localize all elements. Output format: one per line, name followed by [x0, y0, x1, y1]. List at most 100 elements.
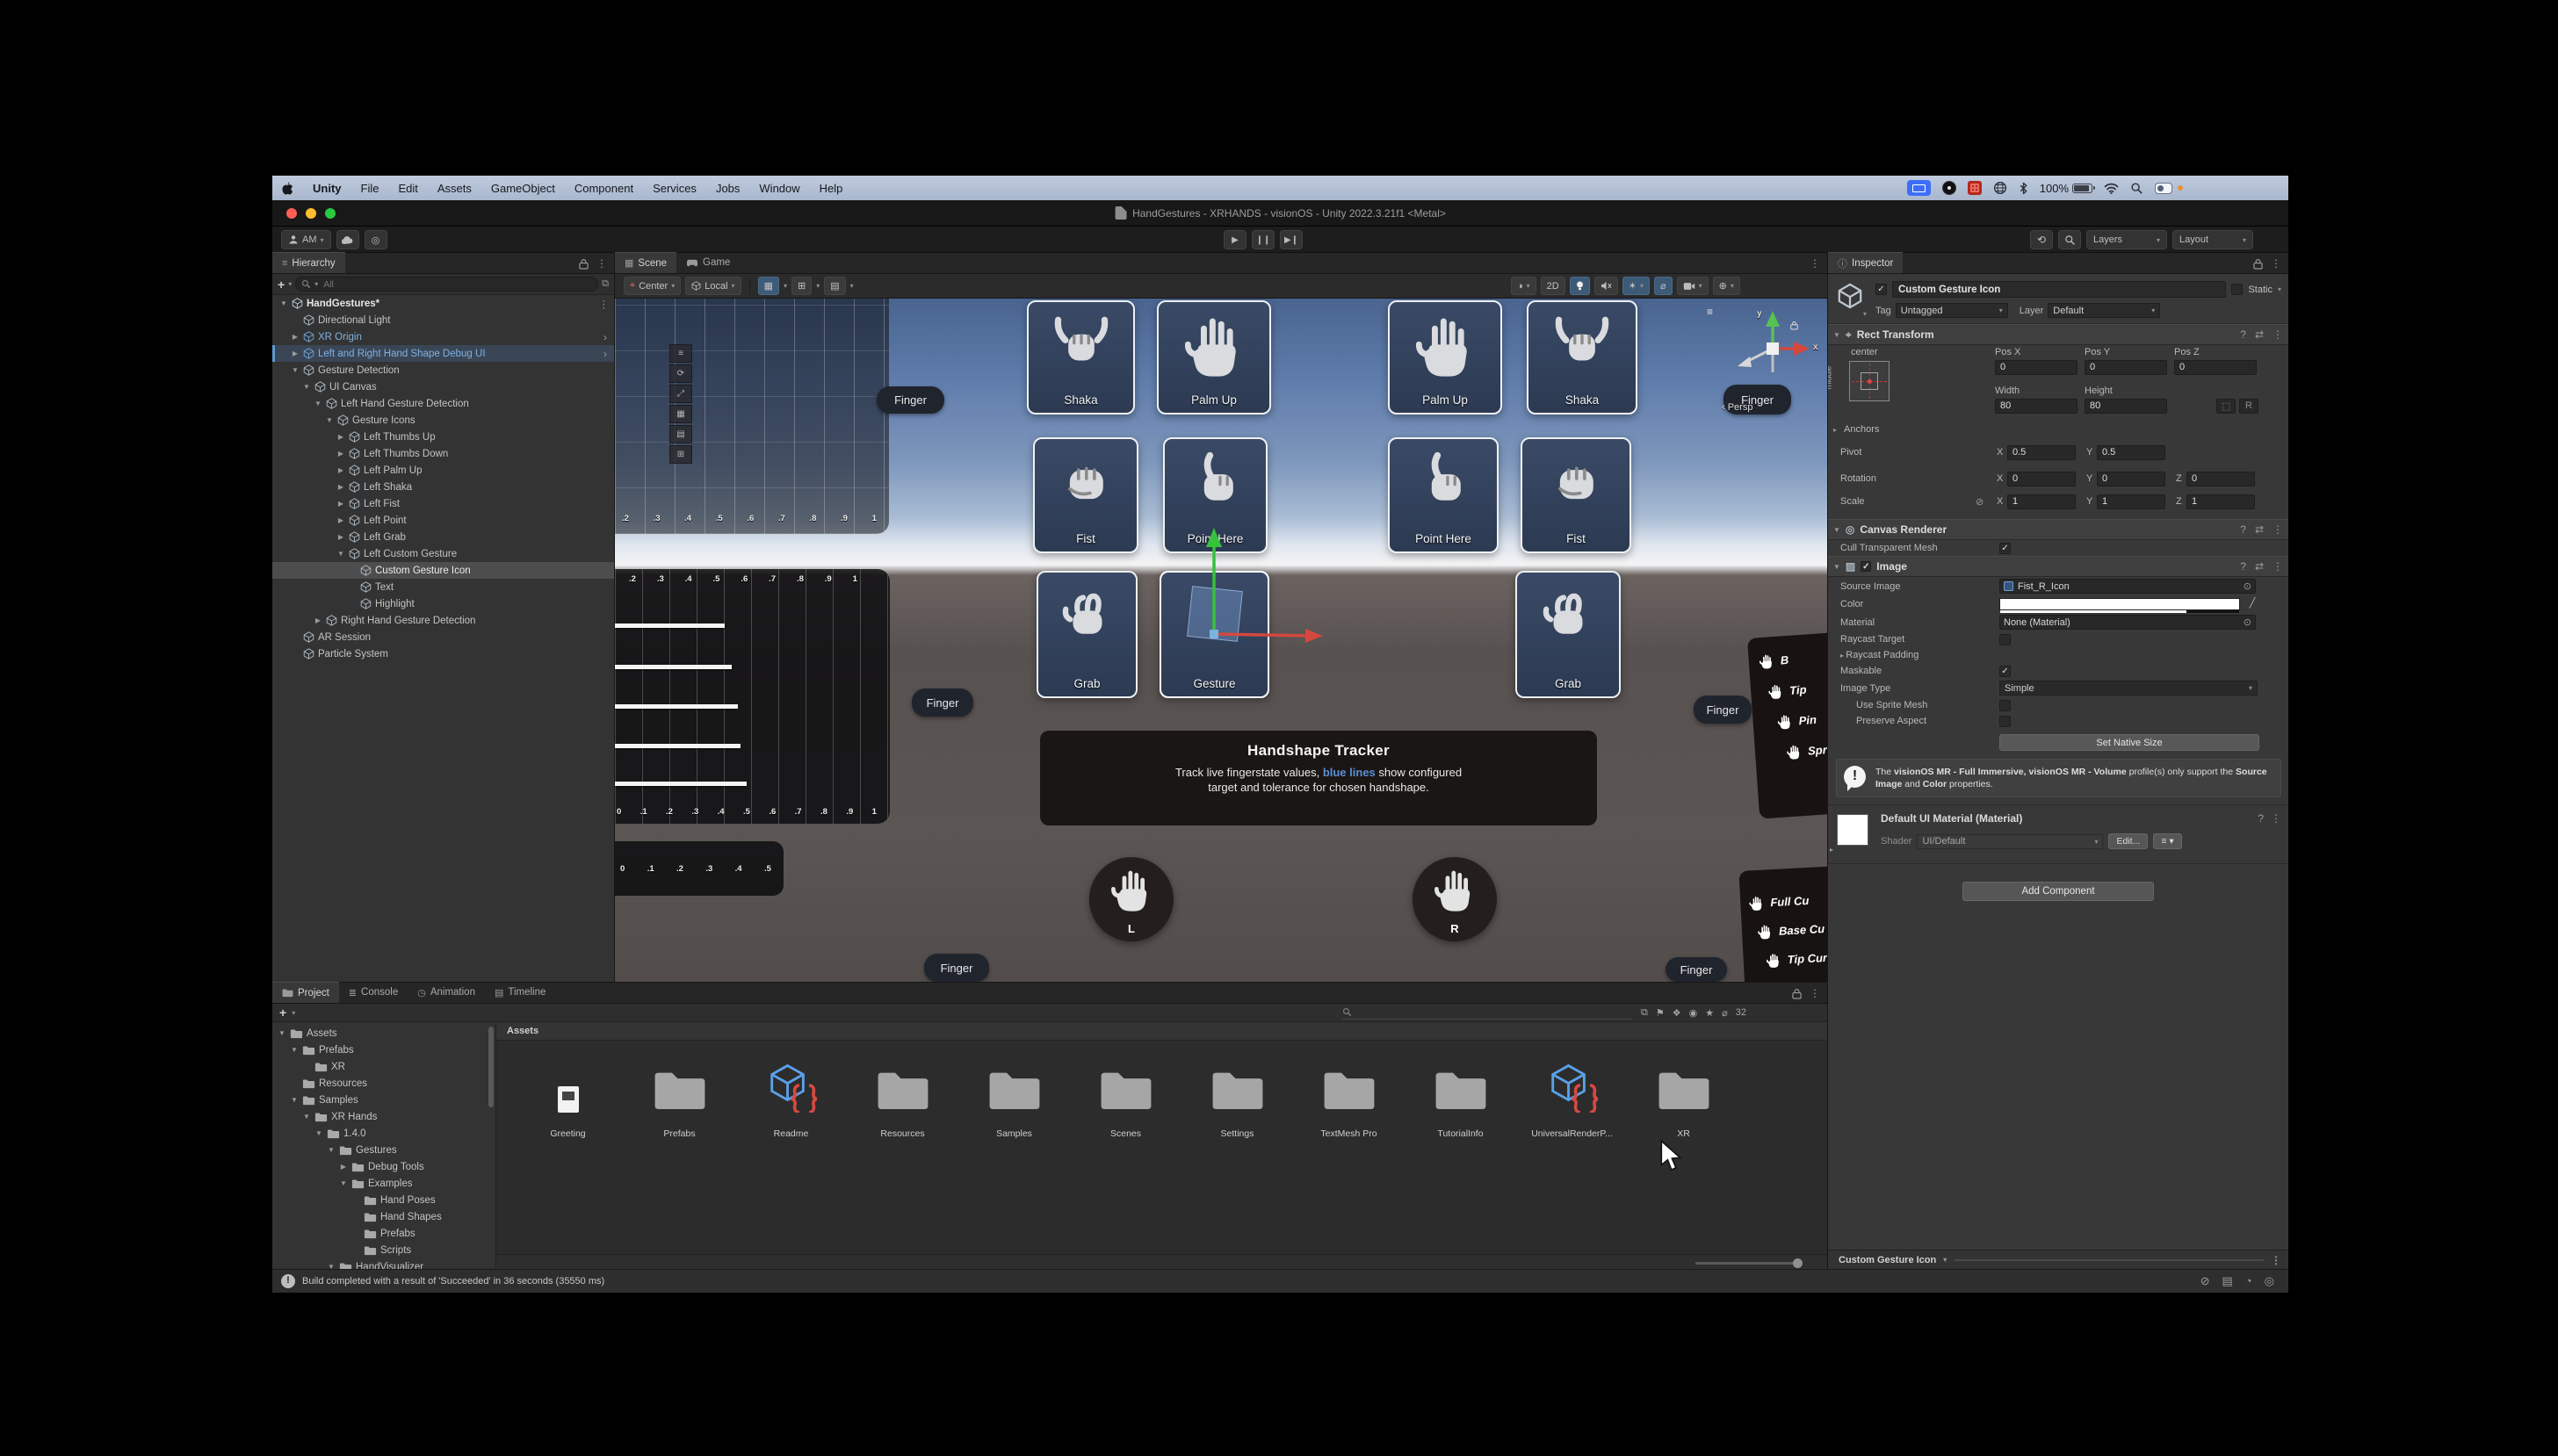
- project-tree-row[interactable]: ▼Samples: [272, 1092, 495, 1108]
- project-tree-row[interactable]: Scripts: [272, 1242, 495, 1258]
- lock-icon[interactable]: [1792, 988, 1802, 999]
- grid-visibility-button[interactable]: ▤: [824, 277, 845, 295]
- grid-snapping-toggle[interactable]: ▦: [758, 277, 779, 295]
- tab-console[interactable]: ≣Console: [339, 982, 408, 1003]
- hierarchy-row[interactable]: ▶Left Thumbs Down: [272, 445, 614, 462]
- apple-menu-icon[interactable]: [272, 181, 303, 196]
- help-icon[interactable]: ?: [2258, 812, 2264, 825]
- raycast-target-checkbox[interactable]: [1999, 634, 2011, 645]
- asset-item-scenes[interactable]: Scenes: [1070, 1053, 1181, 1139]
- pos-z-field[interactable]: 0: [2174, 360, 2257, 375]
- create-object-arrow[interactable]: ▾: [288, 280, 292, 288]
- pos-y-field[interactable]: 0: [2085, 360, 2167, 375]
- shading-mode-dropdown[interactable]: ◑▾: [1511, 277, 1536, 295]
- play-button[interactable]: ▶: [1224, 230, 1246, 249]
- shader-edit-button[interactable]: Edit...: [2108, 833, 2148, 849]
- search-by-bundle-icon[interactable]: ❖: [1673, 1007, 1681, 1019]
- component-menu-icon[interactable]: ⋮: [2273, 560, 2283, 573]
- rotation-z-field[interactable]: 0: [2186, 472, 2255, 487]
- search-button[interactable]: [2058, 230, 2081, 249]
- row-menu-icon[interactable]: ⋮: [599, 298, 610, 310]
- red-app-status-icon[interactable]: [1968, 181, 1982, 195]
- scene-orientation-gizmo[interactable]: [1732, 307, 1813, 392]
- asset-item-settings[interactable]: Settings: [1181, 1053, 1293, 1139]
- prefab-open-chevron[interactable]: ›: [603, 331, 607, 343]
- asset-item-universalrenderp-[interactable]: UniversalRenderP...: [1516, 1053, 1628, 1139]
- gesture-card-grab[interactable]: Grab: [1037, 571, 1138, 698]
- grid-visibility-arrow[interactable]: ▾: [850, 282, 854, 290]
- spotlight-search-icon[interactable]: [2130, 182, 2143, 195]
- debug-strip-icon[interactable]: ≡: [669, 344, 692, 363]
- debug-strip-icon[interactable]: ▤: [669, 425, 692, 443]
- hierarchy-row[interactable]: ▼UI Canvas: [272, 378, 614, 395]
- snap-increment-arrow[interactable]: ▾: [816, 282, 820, 290]
- tab-scene[interactable]: ▦Scene: [615, 252, 676, 273]
- menu-unity[interactable]: Unity: [303, 182, 351, 195]
- move-gizmo[interactable]: [1142, 523, 1335, 663]
- tab-timeline[interactable]: ▤Timeline: [485, 982, 555, 1003]
- search-by-type-icon[interactable]: ⧉: [1641, 1007, 1648, 1019]
- menu-file[interactable]: File: [351, 182, 389, 195]
- globe-icon[interactable]: [1993, 181, 2007, 195]
- project-tree-row[interactable]: ▶Debug Tools: [272, 1158, 495, 1175]
- link-scale-icon[interactable]: ⊘: [1976, 496, 1984, 508]
- pos-x-field[interactable]: 0: [1995, 360, 2077, 375]
- debugger-icon[interactable]: ⊘: [2200, 1274, 2210, 1288]
- menu-component[interactable]: Component: [565, 182, 643, 195]
- scene-camera-dropdown[interactable]: ▾: [1677, 277, 1709, 295]
- material-field[interactable]: None (Material)⊙: [1999, 615, 2256, 630]
- scale-z-field[interactable]: 1: [2186, 494, 2255, 509]
- cloud-services-button[interactable]: [336, 230, 359, 249]
- maskable-checkbox[interactable]: [1999, 666, 2011, 677]
- hierarchy-row[interactable]: ▶Left Palm Up: [272, 462, 614, 479]
- static-checkbox[interactable]: [2231, 284, 2243, 295]
- scale-y-field[interactable]: 1: [2097, 494, 2165, 509]
- preserve-aspect-checkbox[interactable]: [1999, 716, 2011, 727]
- hierarchy-row[interactable]: Text: [272, 579, 614, 595]
- activity-icon[interactable]: ◔: [2245, 1274, 2252, 1288]
- pivot-x-field[interactable]: 0.5: [2007, 445, 2076, 460]
- debug-strip-icon[interactable]: ⤢: [669, 385, 692, 403]
- account-dropdown[interactable]: AM▾: [281, 230, 331, 249]
- prefab-open-chevron[interactable]: ›: [603, 348, 607, 360]
- static-dropdown-arrow[interactable]: ▾: [2278, 285, 2281, 293]
- collab-icon[interactable]: ▤: [2222, 1274, 2233, 1288]
- image-type-dropdown[interactable]: Simple▾: [1999, 681, 2258, 696]
- hierarchy-row[interactable]: ▼HandGestures*⋮: [272, 295, 614, 312]
- menu-gameobject[interactable]: GameObject: [481, 182, 565, 195]
- tab-animation[interactable]: ◷Animation: [408, 982, 485, 1003]
- material-swatch[interactable]: [1837, 814, 1868, 846]
- project-search[interactable]: [1342, 1006, 1632, 1020]
- object-picker-icon[interactable]: ⊙: [2244, 616, 2251, 628]
- asset-item-greeting[interactable]: Greeting: [512, 1053, 624, 1139]
- asset-item-samples[interactable]: Samples: [958, 1053, 1070, 1139]
- component-menu-icon[interactable]: ⋮: [2273, 328, 2283, 341]
- gameobject-name-field[interactable]: [1892, 281, 2226, 298]
- presets-icon[interactable]: ⇄: [2255, 560, 2264, 573]
- hierarchy-search-input[interactable]: [322, 278, 592, 291]
- step-button[interactable]: ▶❙: [1280, 230, 1303, 249]
- component-menu-icon[interactable]: ⋮: [2271, 812, 2281, 825]
- wifi-icon[interactable]: [2104, 183, 2119, 194]
- scene-lighting-toggle[interactable]: [1570, 277, 1590, 295]
- create-asset-arrow[interactable]: ▾: [292, 1009, 295, 1017]
- object-picker-icon[interactable]: ⊙: [2244, 580, 2251, 592]
- scale-x-field[interactable]: 1: [2007, 494, 2076, 509]
- help-icon[interactable]: ?: [2240, 523, 2246, 536]
- hierarchy-row[interactable]: ▶Left Thumbs Up: [272, 429, 614, 445]
- asset-item-textmesh-pro[interactable]: TextMesh Pro: [1293, 1053, 1405, 1139]
- pivot-y-field[interactable]: 0.5: [2097, 445, 2165, 460]
- gesture-card-fist[interactable]: Fist: [1033, 437, 1138, 553]
- project-tree-row[interactable]: Prefabs: [272, 1225, 495, 1242]
- menu-services[interactable]: Services: [643, 182, 706, 195]
- material-list-button[interactable]: ≡ ▾: [2153, 833, 2181, 849]
- help-icon[interactable]: ?: [2240, 560, 2246, 573]
- scene-visibility-toggle[interactable]: ⌀: [1654, 277, 1673, 295]
- gesture-card-grab[interactable]: Grab: [1515, 571, 1621, 698]
- gesture-card-shaka[interactable]: Shaka: [1527, 300, 1637, 414]
- component-gizmos-dropdown[interactable]: ⊕▾: [1713, 277, 1740, 295]
- cull-transparent-mesh-checkbox[interactable]: [1999, 543, 2011, 554]
- tab-project[interactable]: Project: [272, 982, 339, 1003]
- shader-dropdown[interactable]: UI/Default▾: [1917, 834, 2103, 849]
- tag-dropdown[interactable]: Untagged▾: [1896, 303, 2008, 318]
